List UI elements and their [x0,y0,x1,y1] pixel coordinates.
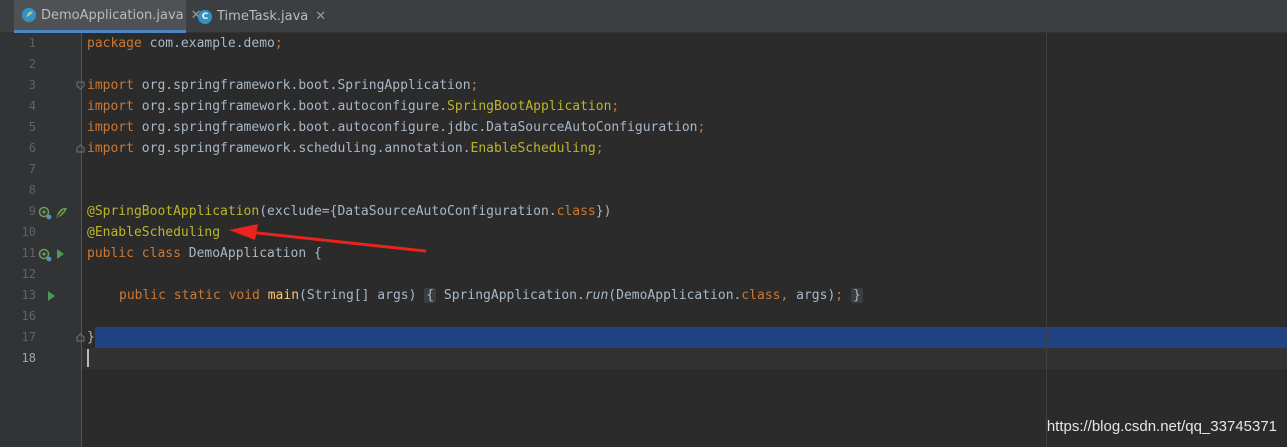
annotation-arrow [229,224,427,253]
class-icon: C [198,9,212,24]
watermark-url: https://blog.csdn.net/qq_33745371 [1046,418,1277,435]
close-icon[interactable]: ✕ [315,9,326,24]
spring-class-icon [22,8,36,22]
tab-demoapplication[interactable]: DemoApplication.java ✕ [14,0,202,33]
tab-label: TimeTask.java [217,9,309,24]
tab-label: DemoApplication.java [41,7,184,23]
tab-timetask[interactable]: C TimeTask.java ✕ [190,0,326,33]
code-editor[interactable]: 1 2 3 4 5 6 7 8 9 10 11 12 13 16 17 18 p… [0,33,1287,447]
editor-tab-bar: DemoApplication.java ✕ C TimeTask.java ✕ [0,0,1287,33]
